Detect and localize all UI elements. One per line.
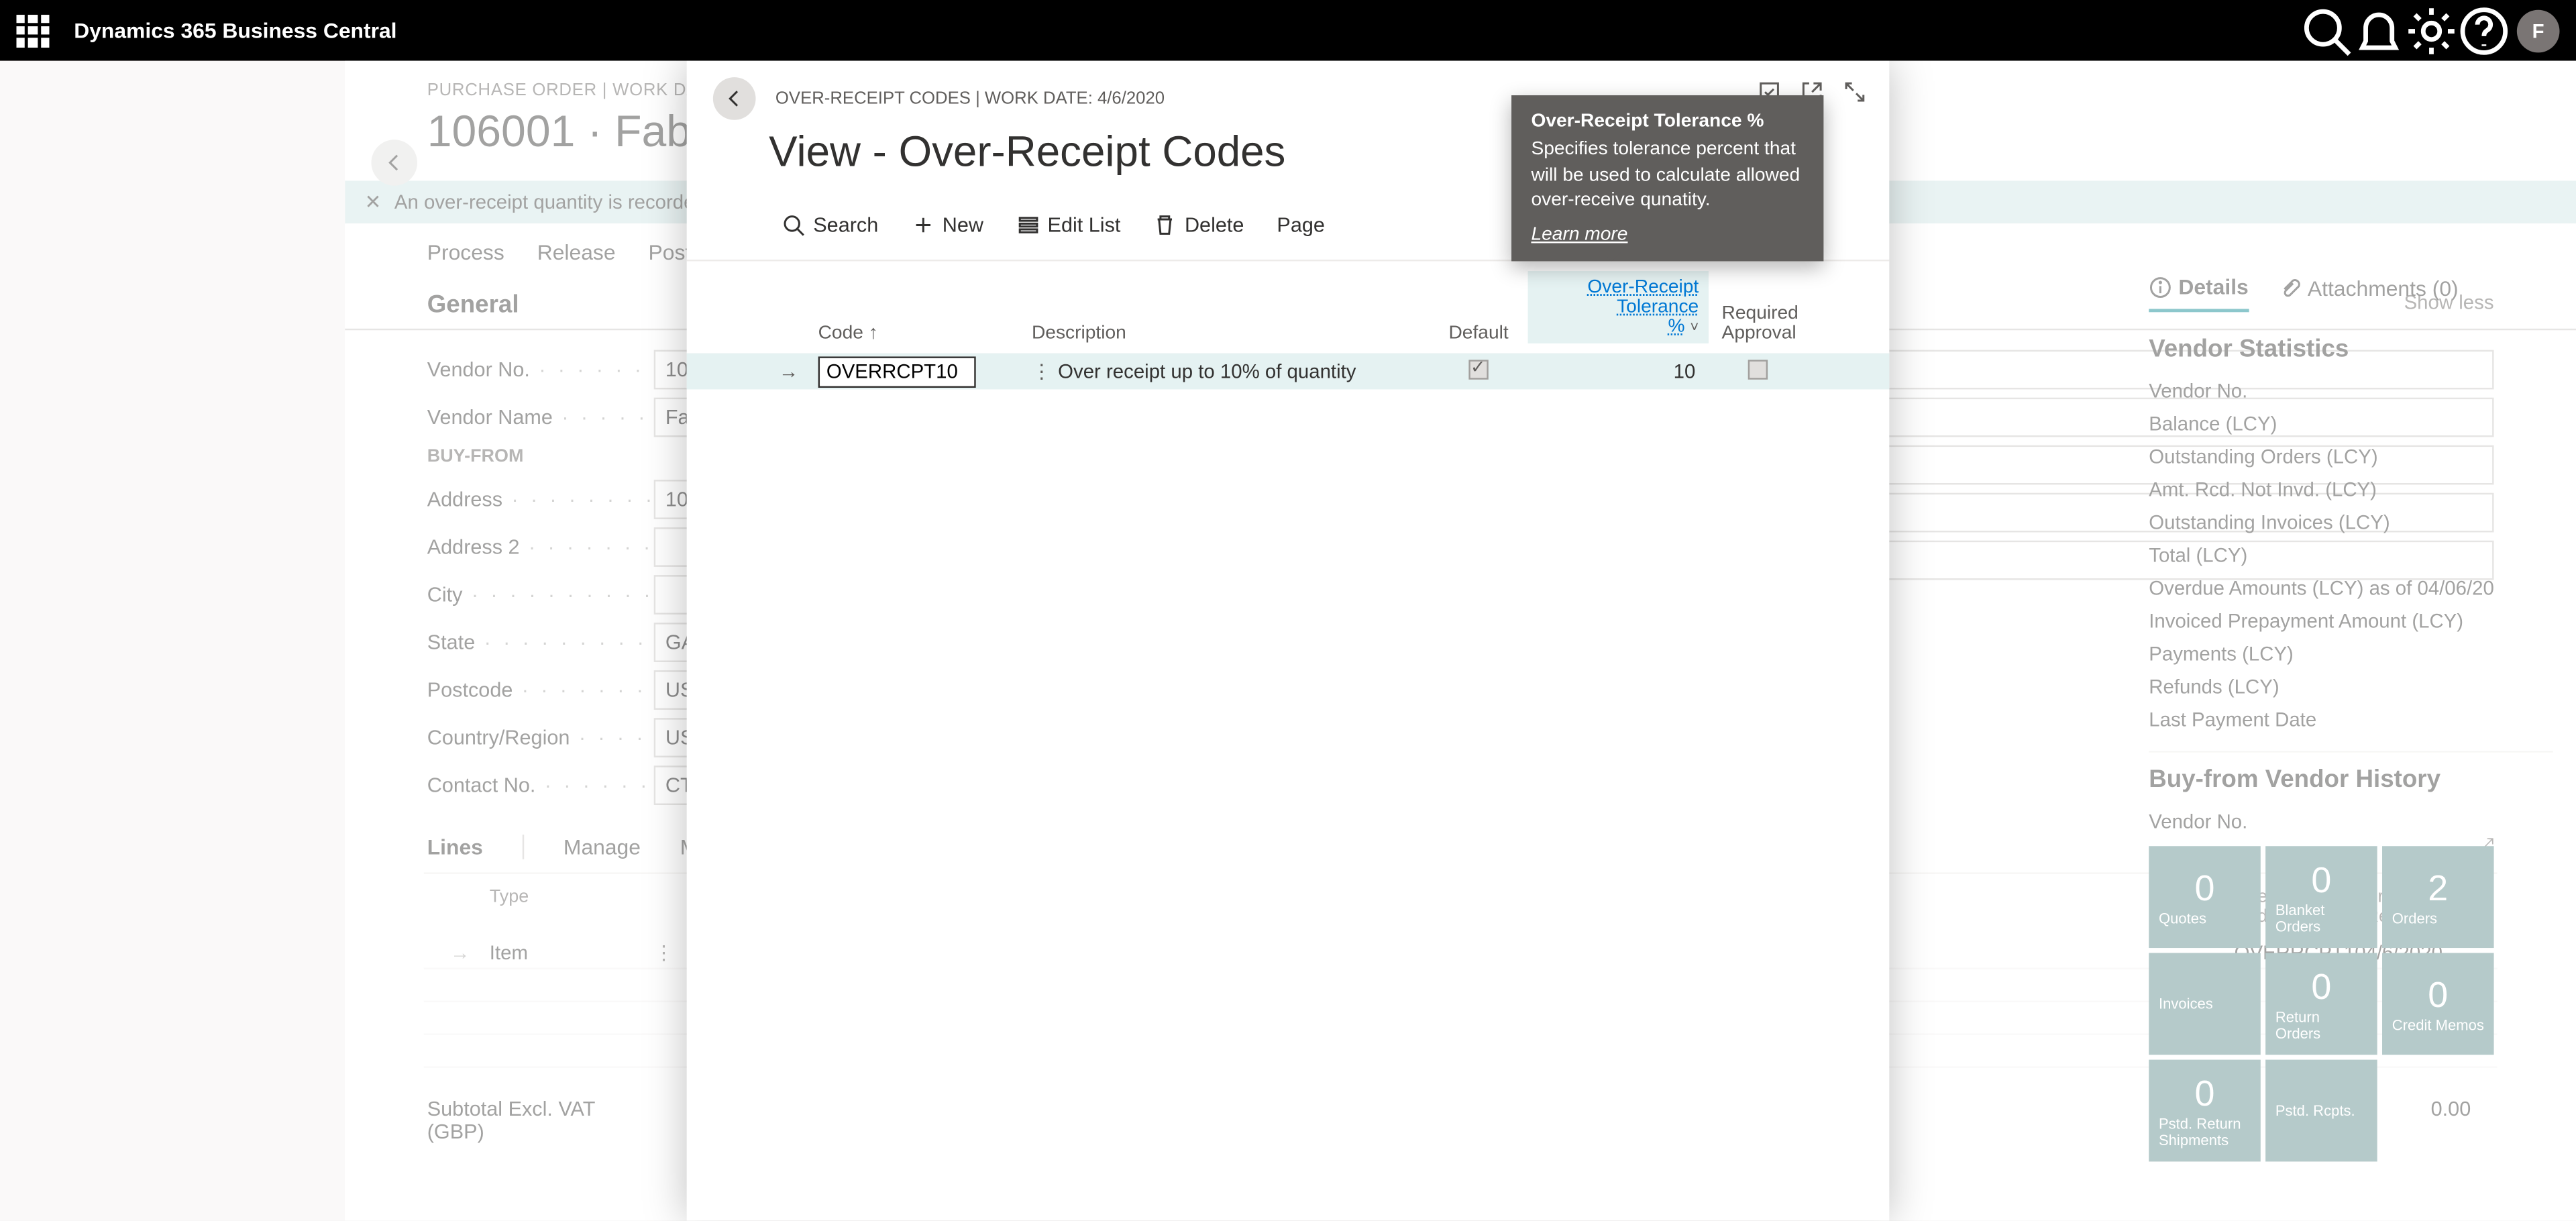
modal-back-button[interactable] [713,77,756,120]
search-button[interactable]: Search [769,207,892,244]
row-more-icon[interactable]: ⋮ [1032,360,1058,382]
help-icon[interactable] [2458,4,2510,56]
search-icon[interactable] [2300,4,2353,56]
tooltip-learn-more-link[interactable]: Learn more [1531,224,1804,244]
user-avatar[interactable]: F [2517,9,2560,52]
required-approval-checkbox[interactable] [1748,359,1768,378]
delete-button[interactable]: Delete [1140,207,1257,244]
app-launcher-icon[interactable] [16,14,49,47]
tooltip: Over-Receipt Tolerance % Specifies toler… [1511,95,1823,260]
app-title: Dynamics 365 Business Central [74,18,396,43]
code-input[interactable] [818,356,976,387]
col-default[interactable]: Default [1430,323,1528,343]
tolerance-cell[interactable]: 10 [1528,360,1709,382]
modal-expand-icon[interactable] [1843,81,1866,109]
col-description[interactable]: Description [1032,323,1430,343]
default-checkbox [1468,359,1488,378]
grid-row[interactable]: → ⋮ Over receipt up to 10% of quantity 1… [687,354,1890,390]
col-tolerance-pct[interactable]: % [1668,317,1684,337]
description-cell: Over receipt up to 10% of quantity [1058,360,1429,382]
new-button[interactable]: New [898,207,997,244]
col-code[interactable]: Code ↑ [818,323,1032,343]
edit-list-button[interactable]: Edit List [1003,207,1134,244]
tooltip-title: Over-Receipt Tolerance % [1531,112,1804,131]
chevron-down-icon[interactable]: ˅ [1690,319,1699,335]
notifications-icon[interactable] [2353,4,2405,56]
tooltip-body: Specifies tolerance percent that will be… [1531,138,1804,215]
col-tolerance[interactable]: Over-Receipt Tolerance % ˅ [1528,271,1709,343]
col-required-approval[interactable]: Required Approval [1709,304,1807,343]
page-button[interactable]: Page [1264,207,1338,244]
settings-icon[interactable] [2405,4,2457,56]
modal-breadcrumb: OVER-RECEIPT CODES | WORK DATE: 4/6/2020 [775,89,1165,108]
col-tolerance-link[interactable]: Over-Receipt Tolerance [1587,278,1699,317]
row-indicator-icon: → [779,360,818,382]
